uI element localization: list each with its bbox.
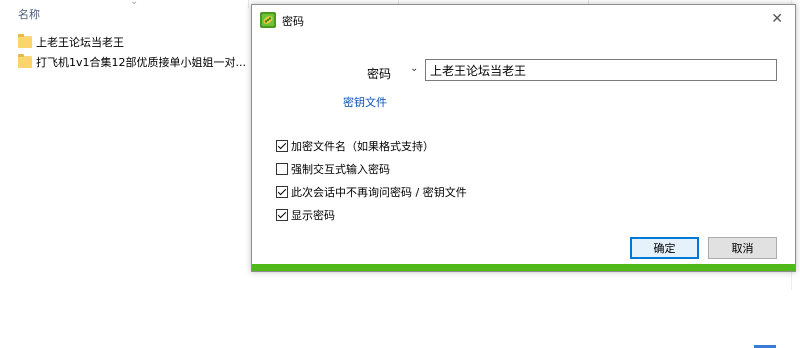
encrypt-filenames-option[interactable]: 加密文件名（如果格式支持） <box>276 138 434 154</box>
dialog-titlebar[interactable]: 密码 ✕ <box>252 5 795 35</box>
dialog-title: 密码 <box>282 15 304 28</box>
app-icon <box>260 12 276 28</box>
checkbox-label: 加密文件名（如果格式支持） <box>291 140 434 153</box>
column-separator[interactable] <box>248 0 249 8</box>
file-row[interactable]: 上老王论坛当老王 <box>18 33 124 51</box>
column-name-header[interactable]: 名称 <box>18 6 40 22</box>
progress-bar <box>252 264 795 271</box>
checkbox-label: 强制交互式输入密码 <box>291 163 390 176</box>
checkbox-label: 显示密码 <box>291 209 335 222</box>
folder-icon <box>18 54 32 68</box>
show-password-option[interactable]: 显示密码 <box>276 207 335 223</box>
cancel-button[interactable]: 取消 <box>708 237 777 259</box>
checkbox[interactable] <box>276 163 288 175</box>
checkbox-label: 此次会话中不再询问密码 / 密钥文件 <box>291 186 467 199</box>
sort-arrow-icon: ⌄ <box>130 0 139 7</box>
checkbox[interactable] <box>276 209 288 221</box>
password-dialog: 密码 ✕ 密码 ⌄ 密钥文件 加密文件名（如果格式支持） 强制交互式输入密码 此… <box>251 4 796 272</box>
checkbox[interactable] <box>276 186 288 198</box>
keyfile-link[interactable]: 密钥文件 <box>343 94 387 110</box>
ok-button[interactable]: 确定 <box>630 237 699 259</box>
force-interactive-option[interactable]: 强制交互式输入密码 <box>276 161 390 177</box>
folder-icon <box>18 34 32 48</box>
file-row[interactable]: 打飞机1v1合集12部优质接单小姐姐一对... <box>18 53 246 71</box>
chevron-down-icon[interactable]: ⌄ <box>410 63 418 74</box>
file-name: 上老王论坛当老王 <box>36 36 124 49</box>
remember-session-option[interactable]: 此次会话中不再询问密码 / 密钥文件 <box>276 184 467 200</box>
password-input[interactable] <box>425 59 777 81</box>
close-icon[interactable]: ✕ <box>771 11 783 27</box>
checkbox[interactable] <box>276 140 288 152</box>
file-name: 打飞机1v1合集12部优质接单小姐姐一对... <box>36 56 246 69</box>
password-label: 密码 <box>367 67 392 81</box>
